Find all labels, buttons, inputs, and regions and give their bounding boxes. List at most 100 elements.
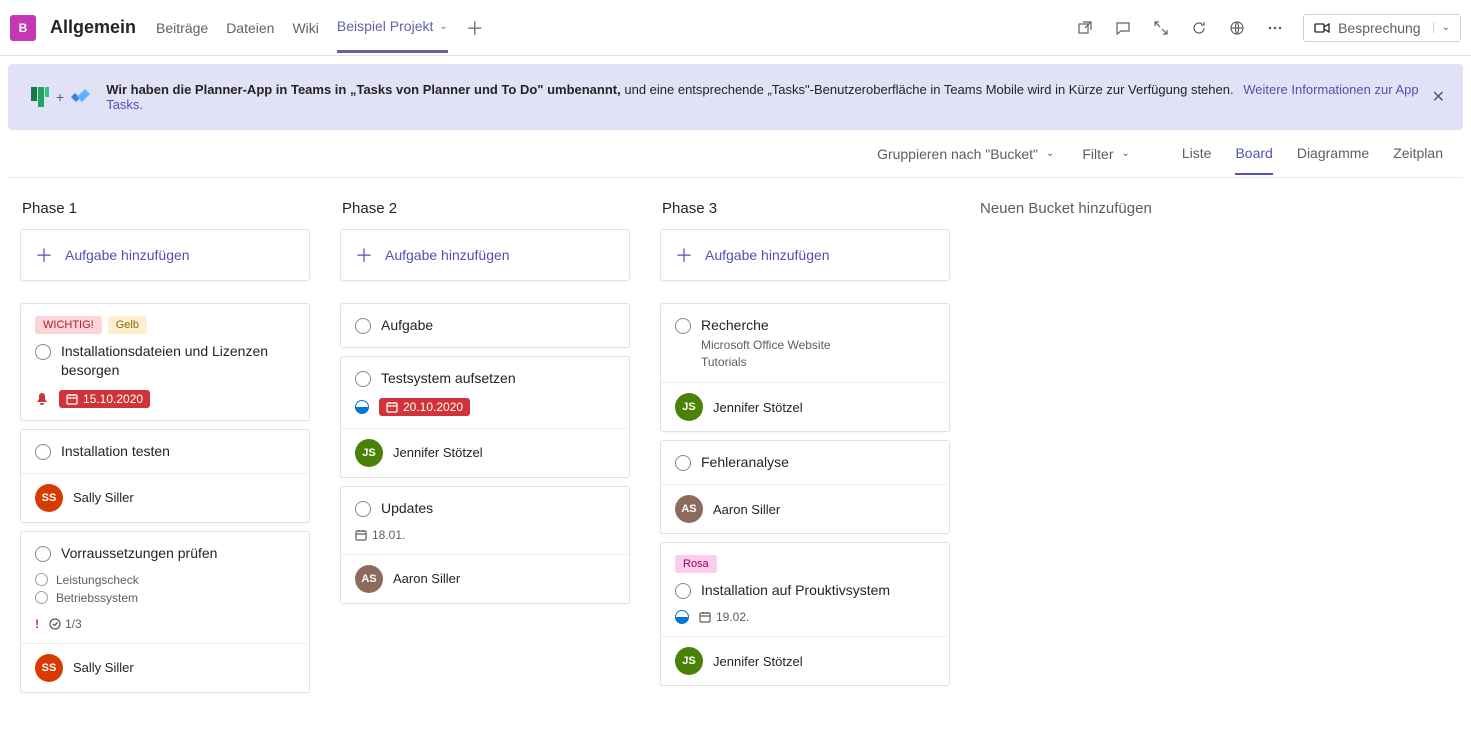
priority-icon: !	[35, 617, 39, 631]
due-date: 20.10.2020	[379, 398, 470, 416]
globe-icon[interactable]	[1227, 18, 1247, 38]
add-task-button[interactable]: ＋ Aufgabe hinzufügen	[660, 229, 950, 281]
chevron-down-icon[interactable]: ⌄	[1433, 22, 1450, 33]
chevron-down-icon: ⌄	[1046, 148, 1054, 159]
card-assignee[interactable]: JSJennifer Stötzel	[661, 636, 949, 685]
card-assignee[interactable]: JSJennifer Stötzel	[661, 382, 949, 431]
add-task-label: Aufgabe hinzufügen	[705, 247, 830, 263]
task-card[interactable]: Installation testen SSSally Siller	[20, 429, 310, 523]
card-assignee[interactable]: ASAaron Siller	[661, 484, 949, 533]
bucket-title[interactable]: Phase 3	[660, 194, 950, 229]
check-dot	[35, 591, 48, 604]
add-task-button[interactable]: ＋ Aufgabe hinzufügen	[20, 229, 310, 281]
add-tab-button[interactable]: ＋	[466, 15, 484, 41]
task-card[interactable]: Testsystem aufsetzen20.10.2020JSJennifer…	[340, 356, 630, 478]
chevron-down-icon: ⌄	[439, 21, 447, 32]
card-assignee[interactable]: SS Sally Siller	[21, 643, 309, 692]
card-title: Installation testen	[61, 442, 170, 461]
add-task-label: Aufgabe hinzufügen	[385, 247, 510, 263]
task-card[interactable]: RosaInstallation auf Prouktivsystem19.02…	[660, 542, 950, 686]
complete-toggle[interactable]	[35, 344, 51, 360]
tab-posts[interactable]: Beiträge	[156, 4, 208, 52]
more-icon[interactable]	[1265, 18, 1285, 38]
tab-planner-label: Beispiel Projekt	[337, 18, 434, 34]
complete-toggle[interactable]	[675, 583, 691, 599]
assignee-name: Jennifer Stötzel	[393, 445, 483, 460]
complete-toggle[interactable]	[355, 501, 371, 517]
card-assignee[interactable]: ASAaron Siller	[341, 554, 629, 603]
tab-wiki[interactable]: Wiki	[292, 4, 318, 52]
plus-icon: ＋	[355, 242, 373, 268]
due-date: 18.01.	[355, 528, 405, 542]
card-assignee[interactable]: JSJennifer Stötzel	[341, 428, 629, 477]
avatar: AS	[675, 495, 703, 523]
bucket-title[interactable]: Phase 2	[340, 194, 630, 229]
add-task-button[interactable]: ＋ Aufgabe hinzufügen	[340, 229, 630, 281]
meeting-label: Besprechung	[1338, 20, 1421, 36]
planner-toolbar: Gruppieren nach "Bucket" ⌄ Filter ⌄ List…	[8, 130, 1463, 178]
filter-button[interactable]: Filter ⌄	[1082, 146, 1130, 162]
view-board[interactable]: Board	[1235, 133, 1272, 175]
task-card[interactable]: WICHTIG!GelbInstallationsdateien und Liz…	[20, 303, 310, 421]
view-schedule[interactable]: Zeitplan	[1393, 133, 1443, 175]
task-card[interactable]: Aufgabe	[340, 303, 630, 348]
view-charts[interactable]: Diagramme	[1297, 133, 1369, 175]
tab-planner[interactable]: Beispiel Projekt ⌄	[337, 2, 448, 53]
complete-toggle[interactable]	[35, 444, 51, 460]
card-meta: 20.10.2020	[355, 398, 615, 416]
close-icon[interactable]: ✕	[1432, 87, 1445, 107]
open-external-icon[interactable]	[1075, 18, 1095, 38]
plus-icon: ＋	[675, 242, 693, 268]
complete-toggle[interactable]	[355, 318, 371, 334]
checklist-item[interactable]: Betriebssystem	[35, 589, 295, 607]
tag: Gelb	[108, 316, 147, 334]
progress-icon	[355, 400, 369, 414]
avatar: JS	[675, 393, 703, 421]
refresh-icon[interactable]	[1189, 18, 1209, 38]
complete-toggle[interactable]	[355, 371, 371, 387]
team-badge: B	[10, 15, 36, 41]
group-by-label: Gruppieren nach "Bucket"	[877, 146, 1038, 162]
progress-count: 1/3	[49, 617, 82, 631]
view-tabs: Liste Board Diagramme Zeitplan	[1182, 133, 1443, 175]
topbar: B Allgemein Beiträge Dateien Wiki Beispi…	[0, 0, 1471, 56]
todo-icon	[68, 85, 92, 109]
card-title: Aufgabe	[381, 316, 433, 335]
card-meta: ! 1/3	[35, 617, 295, 631]
task-card[interactable]: Updates 18.01. ASAaron Siller	[340, 486, 630, 604]
bucket-title[interactable]: Phase 1	[20, 194, 310, 229]
board: Phase 1 ＋ Aufgabe hinzufügen WICHTIG!GelbIn…	[8, 178, 1463, 717]
banner-rest: und eine entsprechende „Tasks"-Benutzero…	[624, 82, 1233, 97]
avatar: SS	[35, 654, 63, 682]
card-title: Vorraussetzungen prüfen	[61, 544, 217, 563]
plus-mini-icon: +	[56, 89, 64, 105]
checklist-item[interactable]: Leistungscheck	[35, 571, 295, 589]
complete-toggle[interactable]	[675, 318, 691, 334]
meeting-button[interactable]: Besprechung ⌄	[1303, 14, 1461, 42]
add-bucket-button[interactable]: Neuen Bucket hinzufügen	[980, 194, 1270, 217]
checklist-label: Betriebssystem	[56, 591, 138, 605]
tag: Rosa	[675, 555, 717, 573]
tab-files[interactable]: Dateien	[226, 4, 274, 52]
task-card[interactable]: RechercheMicrosoft Office WebsiteTutoria…	[660, 303, 950, 432]
planner-icon	[28, 85, 52, 109]
task-card[interactable]: FehleranalyseASAaron Siller	[660, 440, 950, 534]
complete-toggle[interactable]	[35, 546, 51, 562]
plus-icon: ＋	[35, 242, 53, 268]
card-meta: 19.02.	[675, 610, 935, 624]
card-title: Updates	[381, 499, 433, 518]
group-by-button[interactable]: Gruppieren nach "Bucket" ⌄	[877, 146, 1054, 162]
chat-icon[interactable]	[1113, 18, 1133, 38]
add-task-label: Aufgabe hinzufügen	[65, 247, 190, 263]
expand-icon[interactable]	[1151, 18, 1171, 38]
complete-toggle[interactable]	[675, 455, 691, 471]
banner-text: Wir haben die Planner-App in Teams in „T…	[106, 82, 1443, 112]
team-name: Allgemein	[50, 17, 136, 38]
task-card[interactable]: Vorraussetzungen prüfen Leistungscheck Bet…	[20, 531, 310, 693]
check-dot	[35, 573, 48, 586]
card-assignee[interactable]: SSSally Siller	[21, 473, 309, 522]
assignee-name: Sally Siller	[73, 660, 134, 675]
avatar: AS	[355, 565, 383, 593]
banner-icons: +	[28, 85, 92, 109]
view-list[interactable]: Liste	[1182, 133, 1212, 175]
